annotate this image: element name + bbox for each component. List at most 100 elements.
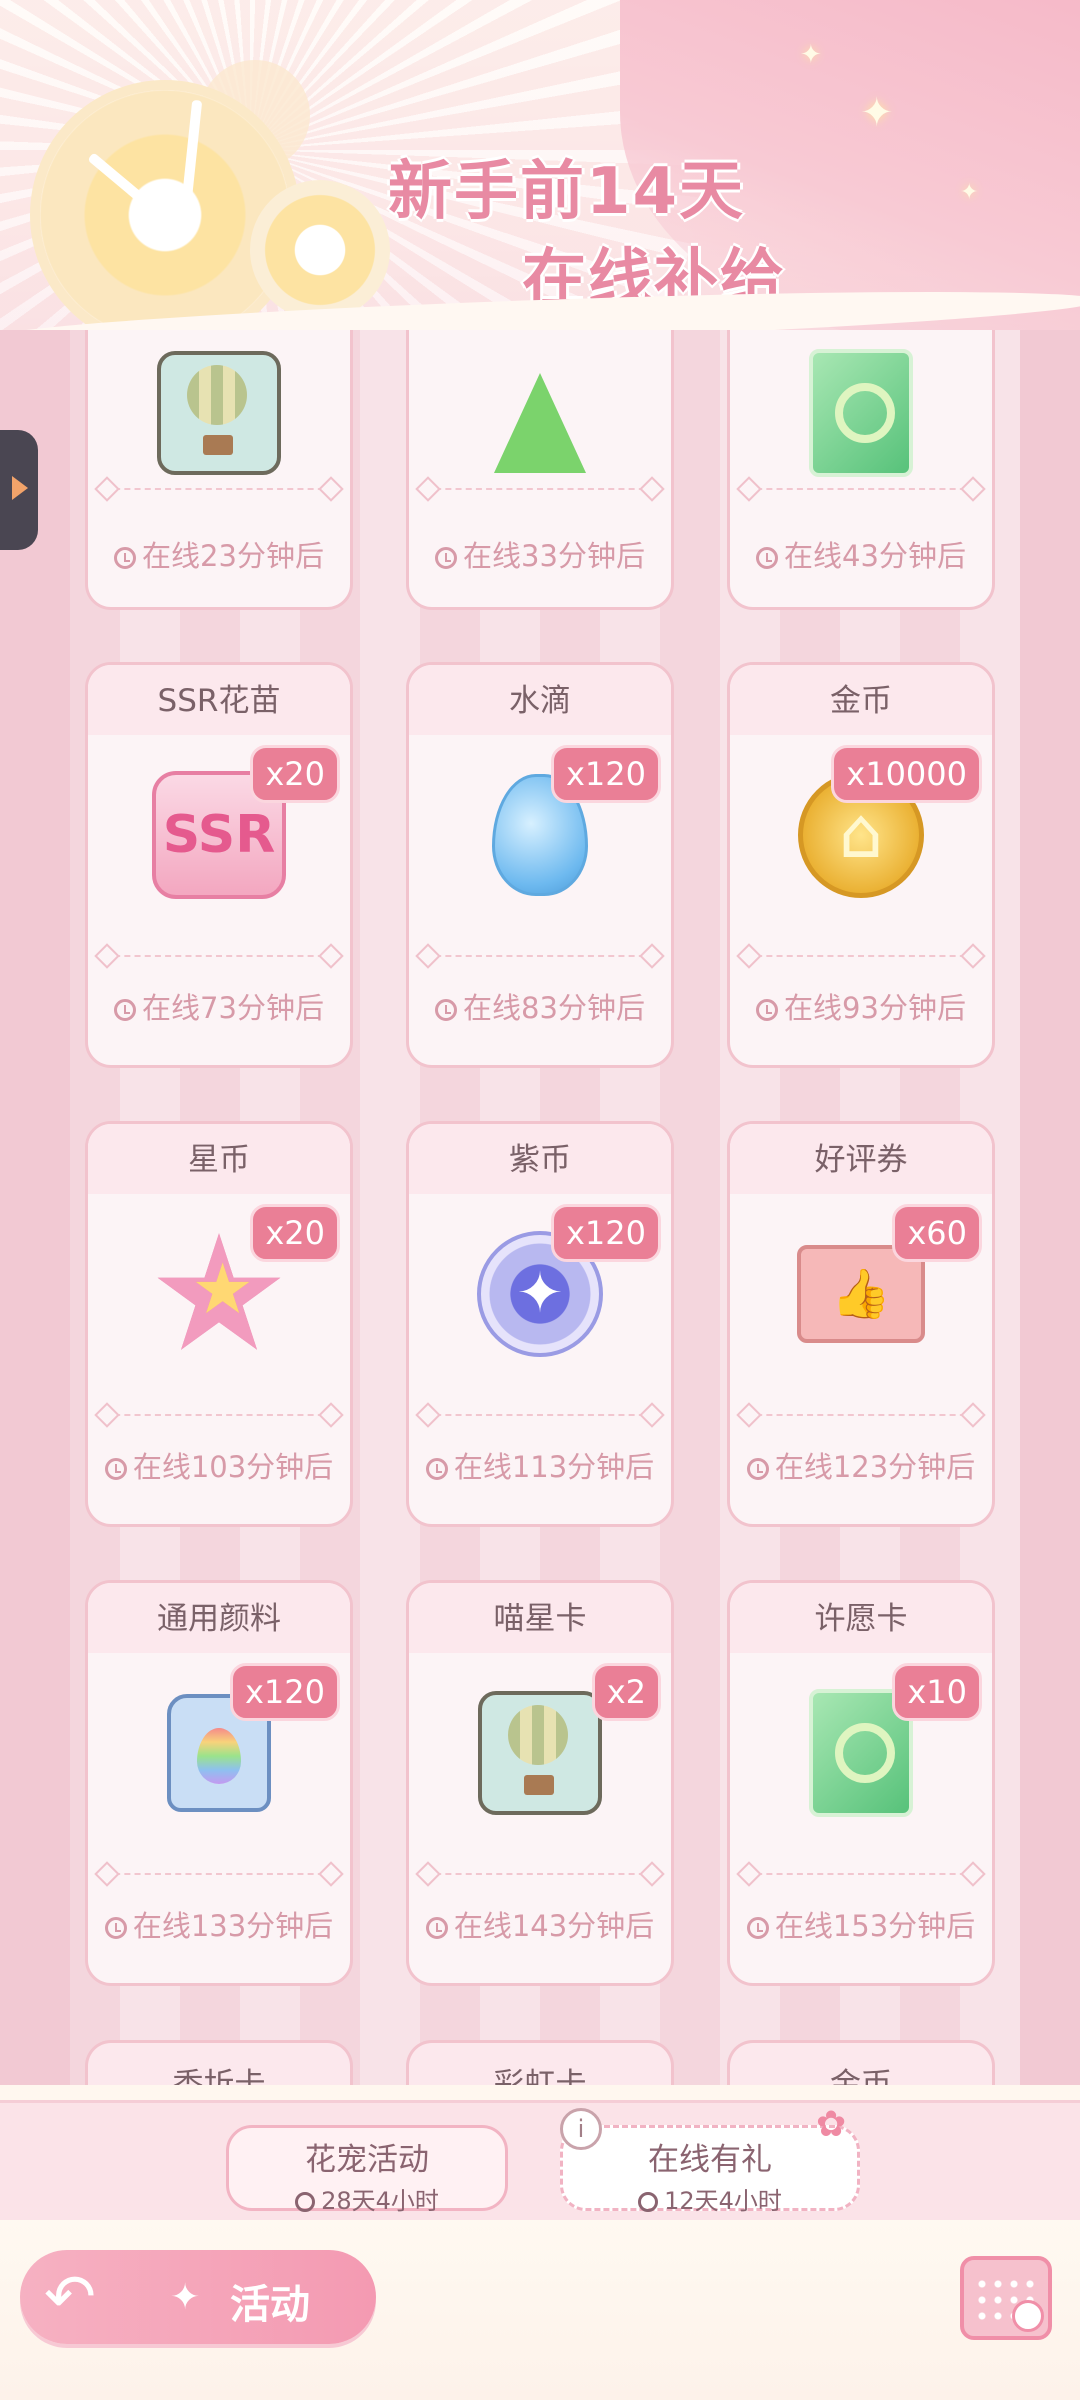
- unlock-time: 在线153分钟后: [730, 1903, 992, 1945]
- quantity-badge: x10000: [831, 745, 982, 803]
- divider-diamond: [415, 1402, 441, 1428]
- quantity-badge: x120: [550, 745, 661, 803]
- card-divider: [104, 488, 334, 490]
- divider-diamond: [639, 1861, 665, 1887]
- tab-online-gift[interactable]: 在线有礼 12天4小时: [560, 2125, 860, 2215]
- unlock-time: 在线123分钟后: [730, 1444, 992, 1486]
- card-divider: [425, 1414, 655, 1416]
- tab-flower-pet-event[interactable]: 花宠活动 28天4小时: [226, 2125, 508, 2215]
- card-divider: [425, 955, 655, 957]
- reward-icon-area: [730, 313, 992, 513]
- flower-icon: ✿: [816, 2104, 847, 2145]
- reward-card[interactable]: 许愿卡 x10 在线153分钟后: [727, 1580, 995, 1986]
- unlock-time: 在线143分钟后: [409, 1903, 671, 1945]
- reward-grid: 在线23分钟后 在线33分钟后 在线43分钟后 SSR花苗 SSR x20 在线…: [0, 0, 1080, 2400]
- reward-name: 金币: [730, 665, 992, 735]
- divider-diamond: [960, 943, 986, 969]
- clock-icon: [114, 547, 137, 569]
- quantity-badge: x60: [892, 1204, 982, 1262]
- sparkle-icon: ✦: [800, 40, 822, 70]
- event-tab-bar: 花宠活动 28天4小时 在线有礼 12天4小时: [0, 2100, 1080, 2223]
- reward-name: SSR花苗: [88, 665, 350, 735]
- card-divider: [104, 955, 334, 957]
- quantity-badge: x20: [250, 745, 340, 803]
- divider-diamond: [960, 1861, 986, 1887]
- balloon-icon: [478, 1691, 602, 1815]
- reward-name: 通用颜料: [88, 1583, 350, 1653]
- reward-card[interactable]: 通用颜料 x120 在线133分钟后: [85, 1580, 353, 1986]
- sparkle-icon: ✦: [960, 180, 979, 205]
- reward-card[interactable]: 紫币 x120 在线113分钟后: [406, 1121, 674, 1527]
- unlock-time: 在线23分钟后: [88, 533, 350, 575]
- clock-icon: [425, 1917, 448, 1939]
- divider-diamond: [318, 1861, 344, 1887]
- card-divider: [746, 955, 976, 957]
- unlock-time: 在线73分钟后: [88, 985, 350, 1027]
- clock-icon: [756, 999, 779, 1021]
- flask-icon: [494, 373, 586, 473]
- tab-countdown: 28天4小时: [229, 2181, 505, 2216]
- tab-countdown: 12天4小时: [563, 2181, 857, 2216]
- divider-diamond: [318, 943, 344, 969]
- gear-icon: [250, 180, 390, 320]
- clock-icon: [104, 1917, 127, 1939]
- calendar-icon[interactable]: [960, 2256, 1052, 2340]
- event-title-line1: 新手前14天: [388, 155, 746, 229]
- card-divider: [104, 1414, 334, 1416]
- tab-title: 在线有礼: [648, 2142, 772, 2178]
- divider-diamond: [736, 943, 762, 969]
- card-divider: [746, 1873, 976, 1875]
- divider-diamond: [94, 1861, 120, 1887]
- side-expand-tab[interactable]: [0, 430, 38, 550]
- event-header: ✦ ✦ ✦ 新手前14天 在线补给: [0, 0, 1080, 330]
- clock-icon: [746, 1917, 769, 1939]
- divider-diamond: [318, 1402, 344, 1428]
- reward-name: 紫币: [409, 1124, 671, 1194]
- unlock-time: 在线43分钟后: [730, 533, 992, 575]
- quantity-badge: x2: [591, 1663, 661, 1721]
- quantity-badge: x120: [550, 1204, 661, 1262]
- reward-card[interactable]: SSR花苗 SSR x20 在线73分钟后: [85, 662, 353, 1068]
- clock-icon: [435, 999, 458, 1021]
- card-divider: [425, 488, 655, 490]
- unlock-time: 在线33分钟后: [409, 533, 671, 575]
- divider-diamond: [736, 1402, 762, 1428]
- activity-label: 活动: [230, 2282, 310, 2328]
- reward-card[interactable]: 好评券 x60 在线123分钟后: [727, 1121, 995, 1527]
- clock-icon: [104, 1458, 127, 1480]
- divider-diamond: [94, 1402, 120, 1428]
- quantity-badge: x10: [892, 1663, 982, 1721]
- reward-name: 好评券: [730, 1124, 992, 1194]
- unlock-time: 在线103分钟后: [88, 1444, 350, 1486]
- divider-diamond: [960, 1402, 986, 1428]
- unlock-time: 在线93分钟后: [730, 985, 992, 1027]
- clock-icon: [746, 1458, 769, 1480]
- quantity-badge: x120: [229, 1663, 340, 1721]
- clock-icon: [638, 2192, 659, 2212]
- reward-card[interactable]: 金币 x10000 在线93分钟后: [727, 662, 995, 1068]
- reward-card[interactable]: 水滴 x120 在线83分钟后: [406, 662, 674, 1068]
- quantity-badge: x20: [250, 1204, 340, 1262]
- back-arrow-icon[interactable]: ↶: [44, 2262, 96, 2332]
- sparkle-icon: ✦: [860, 90, 894, 136]
- reward-card[interactable]: 喵星卡 x2 在线143分钟后: [406, 1580, 674, 1986]
- divider-diamond: [415, 1861, 441, 1887]
- divider-diamond: [415, 943, 441, 969]
- sparkle-icon: ✦: [170, 2277, 201, 2318]
- reward-name: 喵星卡: [409, 1583, 671, 1653]
- reward-icon-area: [409, 313, 671, 513]
- unlock-time: 在线83分钟后: [409, 985, 671, 1027]
- clock-icon: [114, 999, 137, 1021]
- clock-icon: [295, 2192, 316, 2212]
- tab-title: 花宠活动: [305, 2142, 429, 2178]
- clock-icon: [435, 547, 458, 569]
- unlock-time: 在线133分钟后: [88, 1903, 350, 1945]
- card-divider: [425, 1873, 655, 1875]
- clock-icon: [425, 1458, 448, 1480]
- divider-diamond: [639, 1402, 665, 1428]
- unlock-time: 在线113分钟后: [409, 1444, 671, 1486]
- reward-name: 许愿卡: [730, 1583, 992, 1653]
- reward-card[interactable]: 星币 ★ x20 在线103分钟后: [85, 1121, 353, 1527]
- arrow-right-icon: [12, 476, 28, 500]
- info-icon[interactable]: i: [560, 2108, 602, 2150]
